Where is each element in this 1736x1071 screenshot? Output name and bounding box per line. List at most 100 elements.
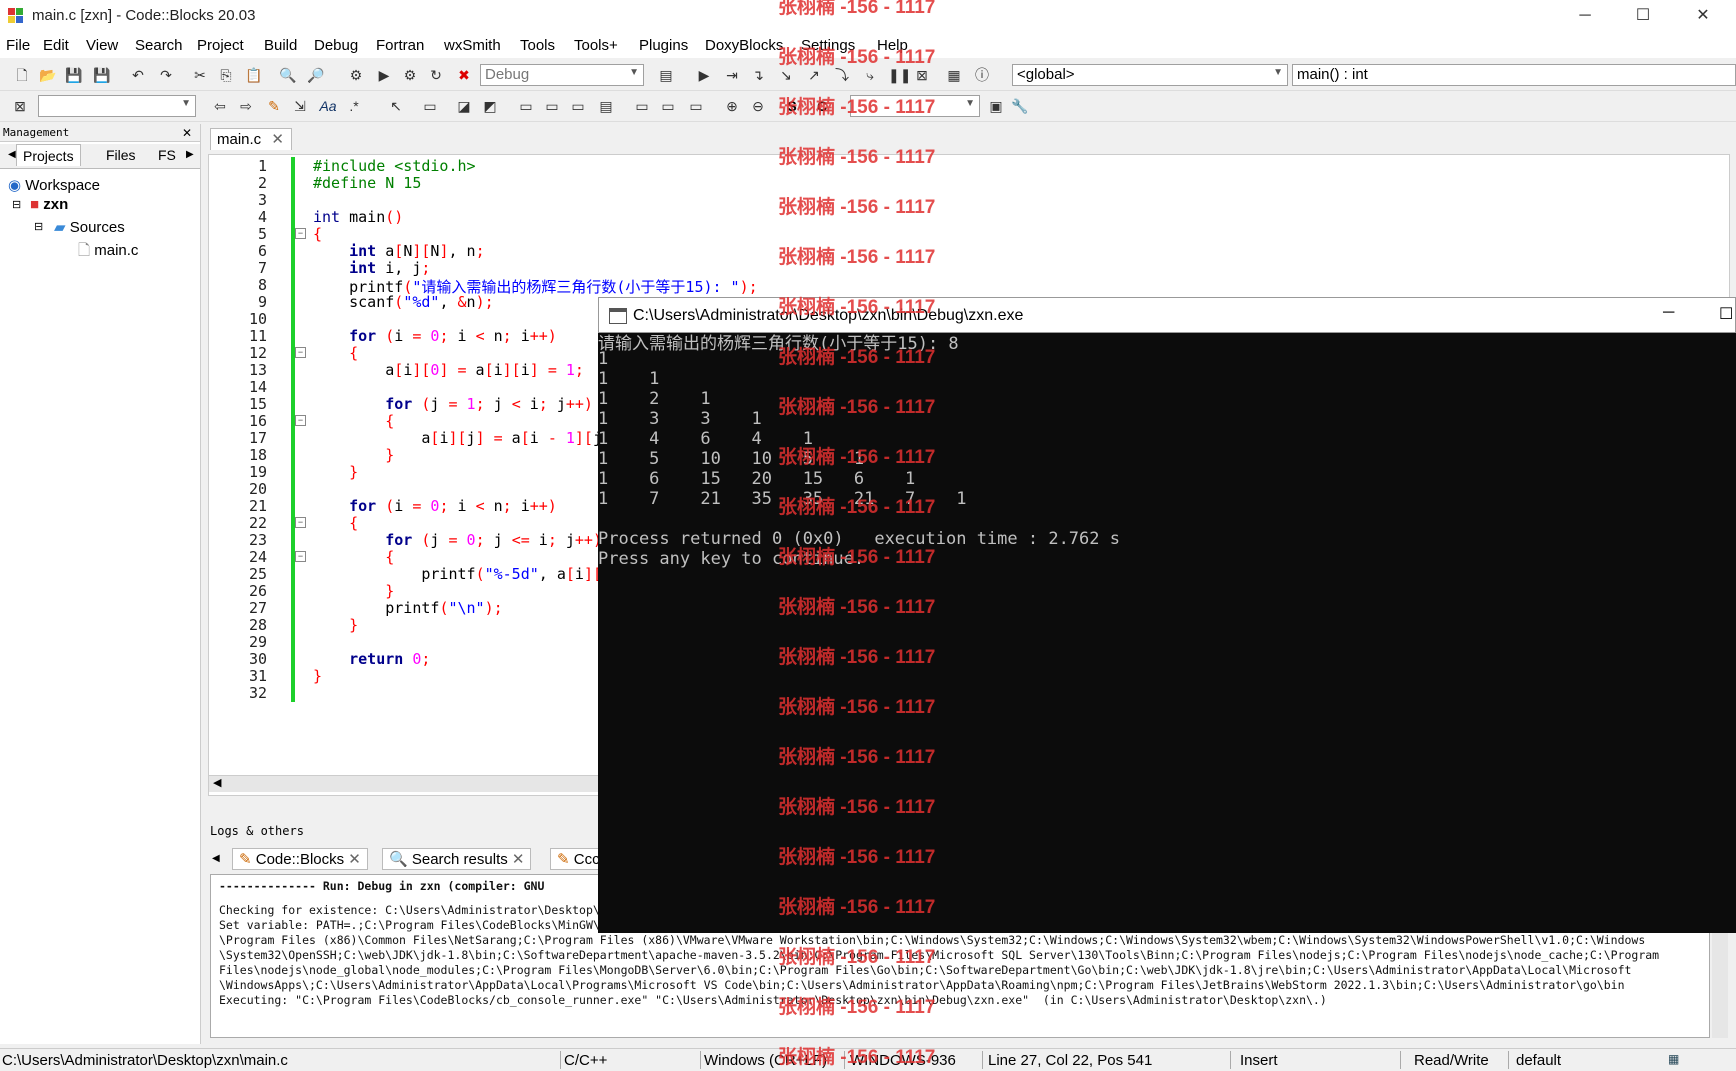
rectangle-icon[interactable]: ▭ [420, 96, 440, 116]
menu-fortran[interactable]: Fortran [376, 37, 424, 54]
find-icon[interactable]: 🔍 [278, 65, 298, 85]
close-tab-icon[interactable]: ✕ [271, 131, 284, 148]
console-minimize-button[interactable]: ─ [1663, 304, 1674, 322]
logs-scroll-left-icon[interactable]: ◀ [206, 848, 226, 870]
pause-icon[interactable]: ❚❚ [888, 65, 911, 85]
shape5-icon[interactable]: ▭ [686, 96, 706, 116]
menu-help[interactable]: Help [877, 37, 908, 54]
forward-arrow-icon[interactable]: ⇨ [236, 96, 256, 116]
regex-icon[interactable]: .* [344, 96, 364, 116]
menu-tools[interactable]: Tools [520, 37, 555, 54]
close-tab-icon[interactable]: ✕ [348, 851, 361, 868]
tab-projects[interactable]: Projects [16, 144, 81, 166]
tree-workspace[interactable]: ◉ Workspace [8, 176, 100, 194]
tree-folder-sources[interactable]: ▰ Sources [54, 218, 125, 236]
menu-tools-plus[interactable]: Tools+ [574, 37, 618, 54]
rebuild-icon[interactable]: ↻ [426, 65, 446, 85]
info-icon[interactable]: ⓘ [972, 65, 992, 85]
tab-scroll-right-icon[interactable]: ▶ [180, 144, 200, 166]
fold-icon[interactable]: − [295, 228, 306, 239]
match-case-icon[interactable]: Aa [318, 96, 338, 116]
minimize-button[interactable]: ─ [1562, 4, 1608, 28]
menu-project[interactable]: Project [197, 37, 244, 54]
paste-icon[interactable]: 📋 [244, 65, 264, 85]
cut-icon[interactable]: ✂ [190, 65, 210, 85]
menu-build[interactable]: Build [264, 37, 297, 54]
build-run-icon[interactable]: ⚙ [400, 65, 420, 85]
zoom-out-icon[interactable]: ⊖ [748, 96, 768, 116]
tab-fs[interactable]: FS [152, 144, 182, 166]
debug-run-icon[interactable]: ▶ [694, 65, 714, 85]
shape1-icon[interactable]: ◪ [454, 96, 474, 116]
view-icon[interactable]: ▣ [986, 96, 1006, 116]
zoom-in-icon[interactable]: ⊕ [722, 96, 742, 116]
build-gear-icon[interactable]: ⚙ [346, 65, 366, 85]
back-arrow-icon[interactable]: ⇦ [210, 96, 230, 116]
stop-debug-icon[interactable]: ⊠ [912, 65, 932, 85]
collapse-icon[interactable]: ⊟ [12, 198, 21, 211]
shape3-icon[interactable]: ▭ [632, 96, 652, 116]
save-icon[interactable]: 💾 [64, 65, 84, 85]
tab-codeblocks-log[interactable]: ✎ Code::Blocks ✕ [232, 848, 368, 870]
copy-icon[interactable]: ⎘ [216, 65, 236, 85]
close-button[interactable]: ✕ [1680, 4, 1726, 28]
scroll-left-icon[interactable]: ◀ [213, 776, 221, 789]
maximize-button[interactable]: ☐ [1620, 4, 1666, 28]
block4-icon[interactable]: ▤ [596, 96, 616, 116]
block1-icon[interactable]: ▭ [516, 96, 536, 116]
next-line-icon[interactable]: ↴ [748, 65, 768, 85]
redo-icon[interactable]: ↷ [156, 65, 176, 85]
step-out-icon[interactable]: ↗ [804, 65, 824, 85]
menu-file[interactable]: File [6, 37, 30, 54]
close-tab-icon[interactable]: ✕ [512, 851, 525, 868]
menu-plugins[interactable]: Plugins [639, 37, 688, 54]
run-icon[interactable]: ▶ [374, 65, 394, 85]
console-window[interactable]: 请输入需输出的杨辉三角行数(小于等于15): 811 11 2 11 3 3 1… [598, 297, 1736, 933]
fold-icon[interactable]: − [295, 415, 306, 426]
replace-icon[interactable]: 🔎 [306, 65, 326, 85]
tab-files[interactable]: Files [100, 144, 142, 166]
menu-debug[interactable]: Debug [314, 37, 358, 54]
block3-icon[interactable]: ▭ [568, 96, 588, 116]
run-to-cursor-icon[interactable]: ⇥ [722, 65, 742, 85]
undo-icon[interactable]: ↶ [128, 65, 148, 85]
menu-view[interactable]: View [86, 37, 118, 54]
menu-doxyblocks[interactable]: DoxyBlocks [705, 37, 783, 54]
step-into-icon[interactable]: ↘ [776, 65, 796, 85]
scope-select[interactable]: <global> ▼ [1012, 64, 1288, 86]
shape2-icon[interactable]: ◩ [480, 96, 500, 116]
editor-tab-main-c[interactable]: main.c ✕ [210, 128, 292, 150]
step-instruction-icon[interactable]: ⤷ [860, 65, 880, 85]
menu-wxsmith[interactable]: wxSmith [444, 37, 501, 54]
fold-icon[interactable]: − [295, 347, 306, 358]
menu-search[interactable]: Search [135, 37, 183, 54]
menu-edit[interactable]: Edit [43, 37, 69, 54]
close-icon[interactable]: ✕ [182, 126, 192, 140]
horizontal-scrollbar[interactable]: ◀ [209, 775, 599, 792]
save-all-icon[interactable]: 💾 [92, 65, 112, 85]
jump-icon[interactable]: ⇲ [290, 96, 310, 116]
highlight-icon[interactable]: ✎ [264, 96, 284, 116]
console-maximize-button[interactable]: ☐ [1719, 304, 1733, 324]
block2-icon[interactable]: ▭ [542, 96, 562, 116]
tree-project-zxn[interactable]: ■ zxn [30, 196, 68, 213]
search-combo[interactable]: ▼ [38, 95, 196, 117]
c-icon[interactable]: C [812, 96, 832, 116]
fold-icon[interactable]: − [295, 551, 306, 562]
collapse-icon[interactable]: ⊟ [34, 220, 43, 233]
tab-search-results[interactable]: 🔍 Search results ✕ [382, 848, 532, 870]
next-instruction-icon[interactable]: ⤵ [832, 65, 852, 85]
shape4-icon[interactable]: ▭ [658, 96, 678, 116]
fold-icon[interactable]: − [295, 517, 306, 528]
open-icon[interactable]: 📂 [38, 65, 58, 85]
function-select[interactable]: main() : int [1292, 64, 1736, 86]
abort-icon[interactable]: ✖ [454, 65, 474, 85]
target-options-icon[interactable]: ▤ [656, 65, 676, 85]
tree-file-main-c[interactable]: 🗋 main.c [78, 240, 138, 265]
clear-icon[interactable]: ⊠ [10, 96, 30, 116]
menu-settings[interactable]: Settings [801, 37, 855, 54]
s-icon[interactable]: S [782, 96, 802, 116]
wrench-icon[interactable]: 🔧 [1010, 96, 1030, 116]
new-file-icon[interactable]: 🗋 [12, 65, 32, 85]
zoom-combo[interactable]: ▼ [850, 95, 980, 117]
